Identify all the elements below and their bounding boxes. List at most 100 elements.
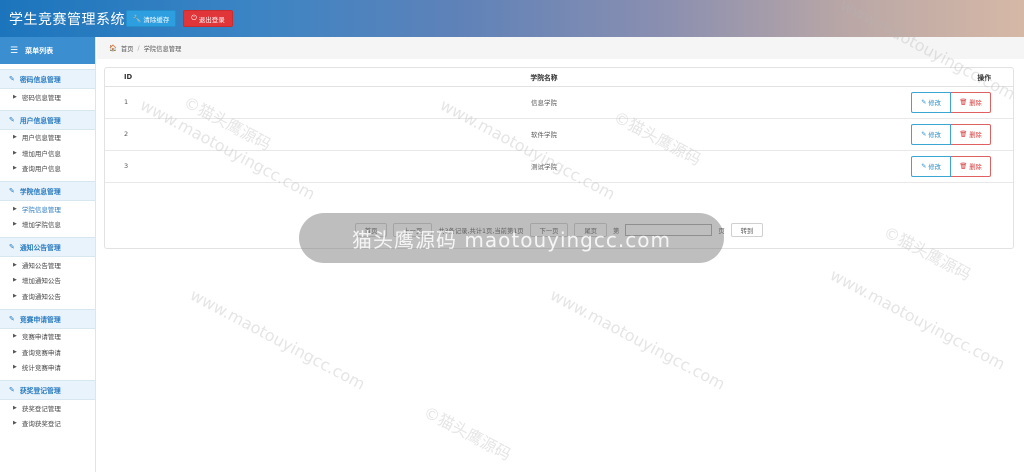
power-icon: ⏻ — [191, 14, 197, 22]
edit-icon: ✎ — [9, 386, 15, 394]
page-number-input[interactable] — [625, 224, 713, 236]
sidebar-item-label: 竞赛申请管理 — [21, 333, 61, 342]
caret-right-icon: ▶ — [13, 134, 17, 141]
sidebar-item-user-query[interactable]: ▶ 查询用户信息 — [0, 161, 95, 177]
sidebar-item-label: 查询通知公告 — [21, 292, 61, 301]
edit-icon: ✎ — [9, 187, 15, 195]
caret-right-icon: ▶ — [13, 333, 17, 340]
hamburger-icon: ☰ — [10, 45, 19, 56]
delete-label: 删除 — [969, 99, 982, 107]
sidebar-item-label: 统计竞赛申请 — [21, 364, 61, 373]
edit-button[interactable]: ✎ 修改 — [911, 155, 951, 177]
sidebar-group-notice[interactable]: ✎ 通知公告管理 — [0, 237, 95, 257]
sidebar-item-notice-add[interactable]: ▶ 增加通知公告 — [0, 273, 95, 289]
clear-cache-button[interactable]: 🔧 清除缓存 — [126, 10, 176, 27]
sidebar-group-password[interactable]: ✎ 密码信息管理 — [0, 69, 95, 89]
menu-title: ☰ 菜单列表 — [0, 37, 95, 64]
sidebar-item-password-manage[interactable]: ▶ 密码信息管理 — [0, 89, 95, 105]
caret-right-icon: ▶ — [13, 205, 17, 212]
go-page-button[interactable]: 转到 — [730, 223, 764, 237]
caret-right-icon: ▶ — [13, 221, 17, 228]
cell-ops: ✎ 修改 🗑 删除 — [893, 150, 1013, 183]
menu-title-label: 菜单列表 — [25, 46, 54, 55]
edit-label: 修改 — [928, 131, 941, 139]
sidebar-group-label: 学院信息管理 — [19, 188, 61, 196]
sidebar-item-label: 用户信息管理 — [21, 134, 61, 143]
edit-icon: ✎ — [921, 162, 927, 170]
header-id: ID — [105, 68, 195, 87]
pagination-info: 共3条记录,共计1页,当前第1页 — [438, 227, 524, 235]
sidebar-item-competition-stats[interactable]: ▶ 统计竞赛申请 — [0, 360, 95, 376]
logout-button[interactable]: ⏻ 退出登录 — [183, 10, 233, 27]
cell-id: 2 — [105, 118, 195, 151]
home-icon: 🏠 — [109, 45, 117, 52]
sidebar-group-award[interactable]: ✎ 获奖登记管理 — [0, 380, 95, 400]
sidebar-item-notice-query[interactable]: ▶ 查询通知公告 — [0, 288, 95, 304]
edit-label: 修改 — [928, 99, 941, 107]
sidebar-item-label: 学院信息管理 — [21, 205, 61, 214]
caret-right-icon: ▶ — [13, 165, 17, 172]
sidebar-item-label: 增加学院信息 — [21, 221, 61, 230]
sidebar-item-competition-manage[interactable]: ▶ 竞赛申请管理 — [0, 329, 95, 345]
sidebar-group-college[interactable]: ✎ 学院信息管理 — [0, 181, 95, 201]
edit-icon: ✎ — [9, 314, 15, 323]
sidebar-item-notice-manage[interactable]: ▶ 通知公告管理 — [0, 257, 95, 273]
edit-icon: ✎ — [9, 243, 15, 251]
sidebar-item-label: 查询竞赛申请 — [21, 348, 61, 357]
header-op: 操作 — [893, 68, 1013, 87]
edit-icon: ✎ — [9, 75, 15, 83]
delete-button[interactable]: 🗑 删除 — [951, 91, 991, 113]
sidebar-item-award-manage[interactable]: ▶ 获奖登记管理 — [0, 400, 95, 416]
delete-button[interactable]: 🗑 删除 — [951, 123, 991, 145]
edit-icon: ✎ — [9, 115, 15, 124]
sidebar-item-college-add[interactable]: ▶ 增加学院信息 — [0, 217, 95, 233]
college-table-panel: ID 学院名称 操作 1 信息学院 ✎ 修改 🗑 删除 2 软件学院 ✎ 修改 … — [104, 67, 1014, 249]
cell-ops: ✎ 修改 🗑 删除 — [893, 118, 1013, 151]
sidebar-item-label: 查询获奖登记 — [21, 420, 61, 429]
sidebar-group-label: 用户信息管理 — [19, 116, 61, 125]
sidebar-item-competition-query[interactable]: ▶ 查询竞赛申请 — [0, 344, 95, 360]
sidebar-group-label: 通知公告管理 — [19, 244, 61, 252]
main-content: 🏠 首页 / 学院信息管理 ID 学院名称 操作 1 信息学院 ✎ 修改 🗑 删… — [97, 37, 1024, 472]
cell-id: 3 — [105, 150, 195, 183]
logout-label: 退出登录 — [198, 15, 225, 24]
sidebar-item-label: 增加用户信息 — [21, 149, 61, 158]
edit-button[interactable]: ✎ 修改 — [911, 91, 951, 113]
next-page-button[interactable]: 下一页 — [529, 223, 569, 237]
sidebar-item-award-query[interactable]: ▶ 查询获奖登记 — [0, 416, 95, 432]
sidebar-item-college-manage[interactable]: ▶ 学院信息管理 — [0, 201, 95, 217]
table-row: 2 软件学院 ✎ 修改 🗑 删除 — [105, 118, 1013, 151]
caret-right-icon: ▶ — [13, 404, 17, 411]
caret-right-icon: ▶ — [13, 93, 17, 100]
college-table: ID 学院名称 操作 1 信息学院 ✎ 修改 🗑 删除 2 软件学院 ✎ 修改 … — [105, 68, 1013, 183]
sidebar-group-user[interactable]: ✎ 用户信息管理 — [0, 109, 95, 130]
sidebar-item-user-add[interactable]: ▶ 增加用户信息 — [0, 145, 95, 161]
sidebar-item-label: 通知公告管理 — [21, 261, 61, 270]
wrench-icon: 🔧 — [132, 14, 142, 23]
sidebar-group-label: 竞赛申请管理 — [19, 315, 61, 324]
sidebar-group-competition[interactable]: ✎ 竞赛申请管理 — [0, 308, 95, 329]
first-page-button[interactable]: 首页 — [354, 223, 388, 237]
caret-right-icon: ▶ — [13, 348, 17, 355]
cell-id: 1 — [105, 86, 195, 119]
breadcrumb-home[interactable]: 首页 — [121, 44, 134, 53]
trash-icon: 🗑 — [959, 163, 968, 170]
cell-name: 信息学院 — [195, 86, 893, 119]
page-suffix: 页 — [718, 227, 725, 235]
sidebar-item-user-manage[interactable]: ▶ 用户信息管理 — [0, 130, 95, 146]
edit-icon: ✎ — [921, 130, 927, 138]
table-row: 3 测试学院 ✎ 修改 🗑 删除 — [105, 150, 1013, 183]
sidebar-item-label: 密码信息管理 — [21, 93, 61, 102]
sidebar-item-label: 获奖登记管理 — [21, 404, 61, 413]
cell-ops: ✎ 修改 🗑 删除 — [893, 86, 1013, 119]
breadcrumb-separator: / — [137, 44, 140, 52]
clear-cache-label: 清除缓存 — [143, 15, 170, 24]
edit-label: 修改 — [928, 163, 941, 171]
delete-label: 删除 — [969, 131, 982, 139]
prev-page-button[interactable]: 上一页 — [393, 223, 433, 237]
sidebar: ☰ 菜单列表 ✎ 密码信息管理 ▶ 密码信息管理 ✎ 用户信息管理 ▶ 用户信息管理… — [0, 37, 96, 472]
delete-button[interactable]: 🗑 删除 — [951, 155, 991, 177]
last-page-button[interactable]: 尾页 — [574, 223, 608, 237]
caret-right-icon: ▶ — [13, 261, 17, 268]
edit-button[interactable]: ✎ 修改 — [911, 123, 951, 145]
